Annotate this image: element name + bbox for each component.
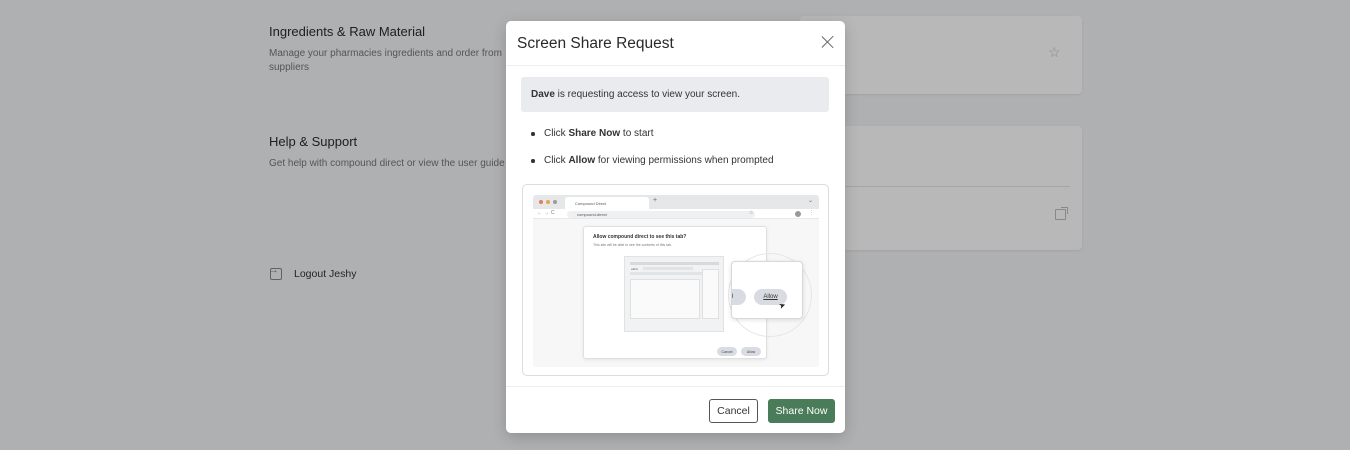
close-icon[interactable] [821, 35, 835, 49]
requester-name: Dave [531, 89, 555, 100]
modal-footer: Cancel Share Now [506, 386, 845, 433]
preview-box [630, 279, 700, 319]
browser-tab-bar: Compound Direct + ⌄ [533, 195, 819, 209]
zoom-cancel-button: ncel [732, 289, 746, 305]
share-now-button[interactable]: Share Now [768, 399, 835, 423]
cancel-button[interactable]: Cancel [709, 399, 758, 423]
more-icon: ⋮ [809, 210, 814, 216]
permission-dialog-subtitle: This site will be able to see the conten… [593, 243, 672, 247]
browser-tab: Compound Direct [565, 197, 649, 209]
modal-header: Screen Share Request [506, 21, 845, 66]
preview-label: caFC [631, 267, 639, 271]
preview-bar [630, 262, 719, 265]
screen-share-modal: Screen Share Request Dave is requesting … [506, 21, 845, 433]
instruction-illustration: Compound Direct + ⌄ ←→C compound-direct … [522, 184, 829, 376]
browser-mockup: Compound Direct + ⌄ ←→C compound-direct … [533, 195, 819, 367]
browser-url: compound-direct [567, 210, 755, 218]
preview-box [702, 269, 719, 319]
plus-icon: + [653, 197, 658, 204]
star-icon: ☆ [749, 210, 754, 216]
illustration-cancel-button: Cancel [717, 347, 737, 356]
tab-preview: caFC [624, 256, 724, 332]
preview-row [630, 272, 702, 275]
instruction-list: Click Share Now to start Click Allow for… [531, 128, 774, 182]
chevron-down-icon: ⌄ [807, 198, 813, 204]
request-alert: Dave is requesting access to view your s… [521, 77, 829, 112]
nav-arrows-icon: ←→C [537, 210, 557, 216]
window-dot-icon [553, 200, 557, 204]
modal-title: Screen Share Request [517, 35, 674, 52]
preview-row [643, 267, 693, 270]
illustration-allow-button: Allow [741, 347, 761, 356]
alert-message: is requesting access to view your screen… [554, 89, 740, 100]
window-dot-icon [546, 200, 550, 204]
list-item: Click Allow for viewing permissions when… [531, 155, 774, 166]
permission-dialog-title: Allow compound direct to see this tab? [593, 234, 687, 240]
window-dot-icon [539, 200, 543, 204]
cursor-icon: ➤ [777, 300, 788, 311]
list-item: Click Share Now to start [531, 128, 774, 139]
profile-icon [795, 211, 801, 217]
browser-address-bar: ←→C compound-direct ☆ ⋮ [533, 209, 819, 219]
zoom-callout: ncel Allow ➤ [731, 261, 803, 319]
